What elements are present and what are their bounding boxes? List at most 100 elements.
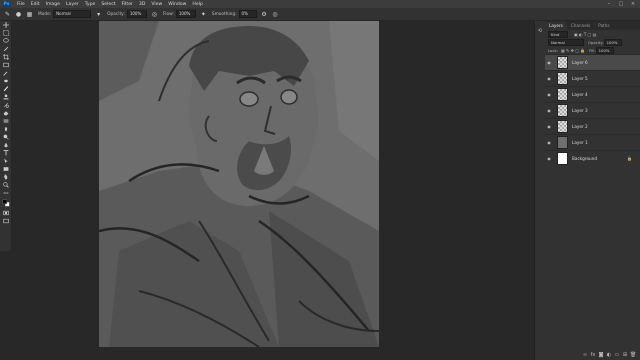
layer-style-icon[interactable]: fx [590, 352, 596, 358]
brush-tool-icon[interactable]: ✎ [4, 11, 11, 18]
brush-tool-icon[interactable] [0, 85, 11, 93]
eye-icon[interactable]: ◉ [545, 76, 553, 81]
pressure-size-icon[interactable]: ◎ [272, 11, 279, 18]
minimize-icon[interactable]: – [604, 0, 614, 8]
layer-name: Layer 6 [572, 60, 588, 65]
eye-icon[interactable]: ◉ [545, 140, 553, 145]
eyedropper-tool-icon[interactable] [0, 69, 11, 77]
layer-opacity-field[interactable]: 100% [603, 38, 622, 46]
menu-view[interactable]: View [148, 2, 165, 7]
move-tool-icon[interactable] [0, 21, 11, 29]
layer-row[interactable]: ◉ Layer 4 [545, 86, 640, 102]
menu-type[interactable]: Type [82, 2, 99, 7]
menu-image[interactable]: Image [43, 2, 63, 7]
screen-mode-icon[interactable] [0, 217, 11, 225]
maximize-icon[interactable]: □ [616, 0, 626, 8]
chevron-down-icon[interactable]: ▾ [95, 11, 102, 18]
menu-filter[interactable]: Filter [119, 2, 136, 7]
frame-tool-icon[interactable] [0, 61, 11, 69]
clone-stamp-tool-icon[interactable] [0, 93, 11, 101]
path-select-tool-icon[interactable] [0, 157, 11, 165]
eye-icon[interactable]: ◉ [545, 156, 553, 161]
flow-label: Flow: [162, 11, 174, 17]
brush-settings-icon[interactable]: ▦ [26, 11, 33, 18]
eraser-tool-icon[interactable] [0, 109, 11, 117]
layers-panel-footer: ∞ fx ◙ ◐ ▭ ⊞ 🗑 [545, 350, 640, 360]
gradient-tool-icon[interactable] [0, 117, 11, 125]
eye-icon[interactable]: ◉ [545, 60, 553, 65]
eye-icon[interactable]: ◉ [545, 124, 553, 129]
tab-paths[interactable]: Paths [594, 22, 613, 30]
blur-tool-icon[interactable] [0, 125, 11, 133]
tab-channels[interactable]: Channels [567, 22, 594, 30]
menu-3d[interactable]: 3D [136, 2, 148, 7]
color-swatches-icon[interactable] [0, 197, 11, 209]
hand-tool-icon[interactable] [0, 173, 11, 181]
quick-mask-icon[interactable] [0, 209, 11, 217]
menu-file[interactable]: File [14, 2, 28, 7]
mode-label: Mode: [38, 11, 52, 17]
pressure-opacity-icon[interactable]: ◎ [151, 11, 158, 18]
new-group-icon[interactable]: ▭ [614, 352, 620, 358]
opacity-field[interactable]: 100% [126, 10, 147, 18]
dodge-tool-icon[interactable] [0, 133, 11, 141]
smoothing-settings-icon[interactable]: ⚙ [261, 11, 268, 18]
eye-icon[interactable]: ◉ [545, 92, 553, 97]
delete-layer-icon[interactable]: 🗑 [630, 352, 636, 358]
adjustment-layer-icon[interactable]: ◐ [606, 352, 612, 358]
healing-brush-tool-icon[interactable] [0, 77, 11, 85]
lock-icon[interactable]: 🔒 [627, 156, 632, 161]
history-panel-icon[interactable]: ⟲ [535, 27, 545, 35]
blend-mode-select[interactable]: Normal [548, 38, 584, 46]
airbrush-icon[interactable]: ✦ [200, 11, 207, 18]
opacity-label: Opacity: [588, 39, 604, 45]
mode-select[interactable]: Normal [53, 10, 92, 18]
layer-thumbnail [557, 136, 568, 149]
pen-tool-icon[interactable] [0, 141, 11, 149]
layer-thumbnail [557, 120, 568, 133]
fill-field[interactable]: 100% [595, 46, 614, 54]
menu-layer[interactable]: Layer [63, 2, 82, 7]
lock-label: Lock: [548, 47, 558, 53]
layer-name: Layer 3 [572, 108, 588, 113]
lock-icons[interactable]: ▦ ✎ ✥ ▢ 🔒 [561, 48, 585, 53]
crop-tool-icon[interactable] [0, 53, 11, 61]
quick-select-tool-icon[interactable] [0, 45, 11, 53]
layer-row[interactable]: ◉ Background 🔒 [545, 150, 640, 166]
layer-row[interactable]: ◉ Layer 2 [545, 118, 640, 134]
smoothing-label: Smoothing: [211, 11, 237, 17]
layer-row[interactable]: ◉ Layer 1 [545, 134, 640, 150]
kind-filter-select[interactable]: Kind [548, 30, 568, 38]
lasso-tool-icon[interactable] [0, 37, 11, 45]
menu-edit[interactable]: Edit [28, 2, 43, 7]
menu-bar: Ps File Edit Image Layer Type Select Fil… [0, 0, 640, 8]
flow-field[interactable]: 100% [175, 10, 196, 18]
type-tool-icon[interactable] [0, 149, 11, 157]
layer-mask-icon[interactable]: ◙ [598, 352, 604, 358]
brush-preset-icon[interactable]: ● [15, 11, 22, 18]
layer-row[interactable]: ◉ Layer 3 [545, 102, 640, 118]
menu-select[interactable]: Select [98, 2, 118, 7]
layer-thumbnail [557, 152, 568, 165]
tools-panel [0, 21, 12, 251]
opacity-label: Opacity: [107, 11, 125, 17]
tab-layers[interactable]: Layers [545, 22, 567, 30]
marquee-tool-icon[interactable] [0, 29, 11, 37]
layer-name: Layer 1 [572, 140, 588, 145]
menu-help[interactable]: Help [189, 2, 205, 7]
layer-row[interactable]: ◉ Layer 6 [545, 54, 640, 70]
close-icon[interactable]: × [628, 0, 638, 8]
document-canvas[interactable] [99, 21, 379, 347]
smoothing-field[interactable]: 0% [238, 10, 257, 18]
history-brush-tool-icon[interactable] [0, 101, 11, 109]
filter-icons[interactable]: ▣ ◐ T ▢ ▤ [574, 32, 596, 37]
rectangle-tool-icon[interactable] [0, 165, 11, 173]
menu-window[interactable]: Window [165, 2, 189, 7]
zoom-tool-icon[interactable] [0, 181, 11, 189]
collapsed-panel-strip: ⟲ [534, 21, 545, 360]
eye-icon[interactable]: ◉ [545, 108, 553, 113]
more-tools-icon[interactable] [0, 189, 11, 197]
layer-row[interactable]: ◉ Layer 5 [545, 70, 640, 86]
new-layer-icon[interactable]: ⊞ [622, 352, 628, 358]
link-layers-icon[interactable]: ∞ [582, 352, 588, 358]
